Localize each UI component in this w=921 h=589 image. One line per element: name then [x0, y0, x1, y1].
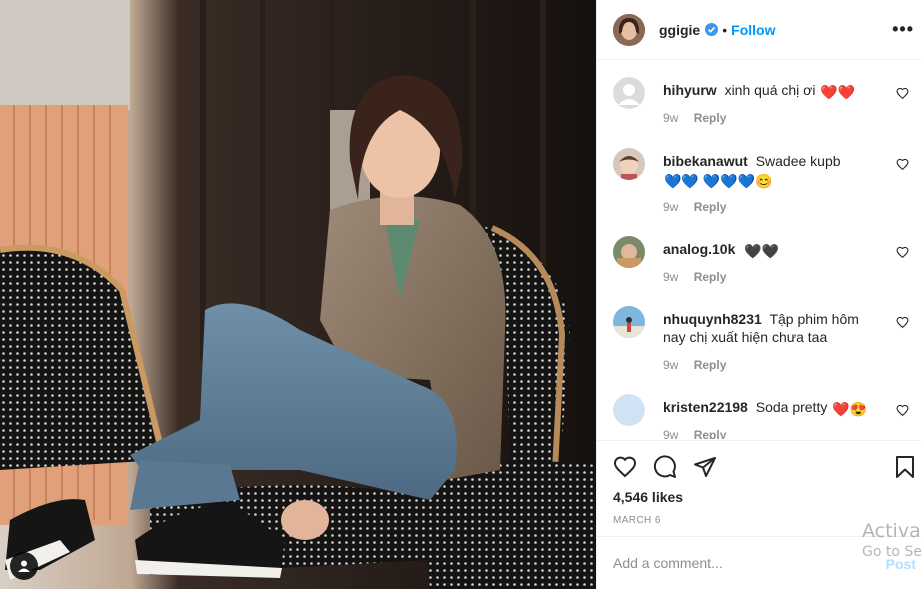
comment-body: nhuquynh8231 Tập phim hôm nay chị xuất h… [663, 310, 883, 346]
post-photo[interactable] [0, 0, 596, 589]
comment-input[interactable] [613, 551, 863, 575]
like-comment-heart-icon[interactable] [896, 246, 909, 259]
save-bookmark-icon[interactable] [893, 455, 917, 479]
comment-text: Swadee kupb [755, 153, 841, 169]
comments-list[interactable]: hihyurw xinh quá chị ơi ❤️❤️ 9w Reply bi… [597, 61, 921, 439]
like-comment-heart-icon[interactable] [896, 316, 909, 329]
comment-item: nhuquynh8231 Tập phim hôm nay chị xuất h… [613, 306, 913, 376]
avatar-image [613, 148, 645, 180]
comment-age: 9w [663, 111, 679, 125]
comment-username[interactable]: kristen22198 [663, 399, 748, 415]
like-comment-heart-icon[interactable] [896, 87, 909, 100]
comment-username[interactable]: hihyurw [663, 82, 717, 98]
comment-username[interactable]: analog.10k [663, 241, 735, 257]
reply-button[interactable]: Reply [694, 358, 727, 372]
like-comment-heart-icon[interactable] [896, 404, 909, 417]
photo-illustration [0, 0, 596, 589]
comment-username[interactable]: nhuquynh8231 [663, 311, 762, 327]
avatar-image [613, 394, 645, 426]
comment-emoji: 🖤🖤 [744, 243, 780, 259]
comment-text: Soda pretty [755, 399, 828, 415]
avatar[interactable] [613, 13, 645, 46]
comment-meta: 9w Reply [663, 111, 738, 125]
tagged-users-button[interactable] [10, 552, 38, 580]
reply-button[interactable]: Reply [694, 200, 727, 214]
comment-item: kristen22198 Soda pretty ❤️😍 9w Reply [613, 394, 913, 439]
comment-avatar[interactable] [613, 306, 645, 338]
separator-dot: • [722, 21, 728, 38]
comment-avatar[interactable] [613, 394, 645, 426]
instagram-post-window: ggigie • Follow ••• hihyurw xinh quá chị… [0, 0, 921, 589]
reply-button[interactable]: Reply [694, 428, 727, 439]
comment-text: xinh quá chị ơi [724, 82, 816, 98]
reply-button[interactable]: Reply [694, 111, 727, 125]
avatar-image [613, 306, 645, 338]
like-comment-heart-icon[interactable] [896, 158, 909, 171]
post-actions: 4,546 likes MARCH 6 [597, 440, 921, 535]
post-comment-button[interactable]: Post [886, 556, 916, 572]
comment-body: bibekanawut Swadee kupb 💙💙 💙💙💙😊 [663, 152, 883, 190]
avatar-image [613, 236, 645, 268]
share-paper-plane-icon[interactable] [693, 455, 717, 479]
comment-age: 9w [663, 270, 679, 284]
like-heart-icon[interactable] [613, 455, 637, 479]
comment-age: 9w [663, 358, 679, 372]
follow-button[interactable]: Follow [731, 22, 775, 38]
avatar-image [613, 13, 645, 46]
user-icon [18, 560, 30, 572]
comment-bubble-icon[interactable] [653, 455, 677, 479]
more-options-icon[interactable]: ••• [892, 20, 914, 38]
comment-item: analog.10k 🖤🖤 9w Reply [613, 236, 913, 296]
post-header: ggigie • Follow ••• [597, 0, 921, 60]
comment-emoji: ❤️❤️ [820, 84, 856, 100]
comment-age: 9w [663, 200, 679, 214]
comment-item: hihyurw xinh quá chị ơi ❤️❤️ 9w Reply [613, 77, 913, 137]
comment-avatar[interactable] [613, 77, 645, 109]
post-details-panel: ggigie • Follow ••• hihyurw xinh quá chị… [596, 0, 921, 589]
comment-meta: 9w Reply [663, 428, 738, 439]
post-username[interactable]: ggigie [659, 22, 700, 38]
likes-count[interactable]: 4,546 likes [613, 489, 683, 505]
comment-avatar[interactable] [613, 148, 645, 180]
comment-emoji: 💙💙 💙💙💙😊 [664, 173, 773, 189]
post-date: MARCH 6 [613, 515, 661, 526]
comment-body: hihyurw xinh quá chị ơi ❤️❤️ [663, 81, 883, 101]
comment-body: analog.10k 🖤🖤 [663, 240, 883, 260]
verified-badge-icon [705, 23, 719, 36]
comment-meta: 9w Reply [663, 358, 738, 372]
comment-item: bibekanawut Swadee kupb 💙💙 💙💙💙😊 9w Reply [613, 148, 913, 218]
comment-meta: 9w Reply [663, 200, 738, 214]
comment-age: 9w [663, 428, 679, 439]
comment-body: kristen22198 Soda pretty ❤️😍 [663, 398, 883, 418]
default-avatar-icon [613, 77, 645, 109]
comment-avatar[interactable] [613, 236, 645, 268]
comment-username[interactable]: bibekanawut [663, 153, 748, 169]
add-comment-bar: Post [597, 536, 921, 589]
comment-meta: 9w Reply [663, 270, 738, 284]
comment-emoji: ❤️😍 [832, 401, 868, 417]
reply-button[interactable]: Reply [694, 270, 727, 284]
